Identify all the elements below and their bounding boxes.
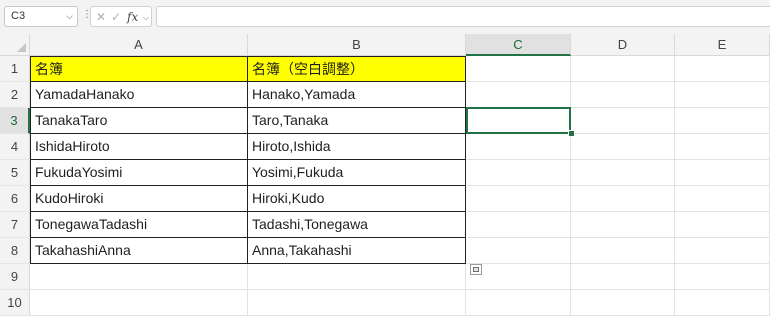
column-header-e[interactable]: E [675, 34, 770, 56]
formula-input[interactable] [156, 6, 770, 27]
chevron-down-icon[interactable]: ⌵ [66, 7, 73, 26]
cell-a2[interactable]: YamadaHanako [30, 82, 248, 108]
column-header-b[interactable]: B [248, 34, 466, 56]
chevron-down-icon[interactable]: ⌵ [143, 9, 149, 27]
cell-a7[interactable]: TonegawaTadashi [30, 212, 248, 238]
cell-a4[interactable]: IshidaHiroto [30, 134, 248, 160]
cell-a3[interactable]: TanakaTaro [30, 108, 248, 134]
cell-c8[interactable] [466, 238, 571, 264]
enter-icon[interactable]: ✓ [111, 8, 121, 26]
cell-d9[interactable] [571, 264, 675, 290]
row-header-6[interactable]: 6 [0, 186, 30, 212]
cell-c2[interactable] [466, 82, 571, 108]
fill-handle[interactable] [568, 130, 575, 137]
cell-e9[interactable] [675, 264, 770, 290]
row-header-2[interactable]: 2 [0, 82, 30, 108]
cell-c5[interactable] [466, 160, 571, 186]
cell-e4[interactable] [675, 134, 770, 160]
cell-a6[interactable]: KudoHiroki [30, 186, 248, 212]
cell-a10[interactable] [30, 290, 248, 316]
cell-d8[interactable] [571, 238, 675, 264]
cell-b6[interactable]: Hiroki,Kudo [248, 186, 466, 212]
row-header-3[interactable]: 3 [0, 108, 30, 134]
cell-e10[interactable] [675, 290, 770, 316]
cell-b3[interactable]: Taro,Tanaka [248, 108, 466, 134]
name-box-value: C3 [11, 10, 26, 22]
cell-c10[interactable] [466, 290, 571, 316]
cell-a5[interactable]: FukudaYosimi [30, 160, 248, 186]
cell-a1[interactable]: 名簿 [30, 56, 248, 82]
cell-c7[interactable] [466, 212, 571, 238]
name-box[interactable]: C3 ⌵ [4, 6, 78, 27]
cell-a9[interactable] [30, 264, 248, 290]
cell-b8[interactable]: Anna,Takahashi [248, 238, 466, 264]
active-cell-selection [466, 107, 571, 134]
cell-b5[interactable]: Yosimi,Fukuda [248, 160, 466, 186]
cell-d5[interactable] [571, 160, 675, 186]
cell-e7[interactable] [675, 212, 770, 238]
insert-function-icon[interactable]: fx [127, 8, 138, 26]
cell-b4[interactable]: Hiroto,Ishida [248, 134, 466, 160]
cell-c1[interactable] [466, 56, 571, 82]
cell-d1[interactable] [571, 56, 675, 82]
column-header-a[interactable]: A [30, 34, 248, 56]
row-header-10[interactable]: 10 [0, 290, 30, 316]
cell-b1[interactable]: 名簿（空白調整） [248, 56, 466, 82]
cell-c4[interactable] [466, 134, 571, 160]
formula-buttons: ✕ ✓ fx ⌵ [90, 6, 152, 27]
cell-c6[interactable] [466, 186, 571, 212]
column-header-d[interactable]: D [571, 34, 675, 56]
column-header-c[interactable]: C [466, 34, 571, 56]
row-header-4[interactable]: 4 [0, 134, 30, 160]
cell-d10[interactable] [571, 290, 675, 316]
row-header-7[interactable]: 7 [0, 212, 30, 238]
cell-a8[interactable]: TakahashiAnna [30, 238, 248, 264]
row-header-1[interactable]: 1 [0, 56, 30, 82]
cell-d6[interactable] [571, 186, 675, 212]
cell-d7[interactable] [571, 212, 675, 238]
paste-options-icon[interactable] [470, 264, 482, 275]
cell-e6[interactable] [675, 186, 770, 212]
spreadsheet-grid: A B C D E 1 2 3 4 5 6 7 8 9 10 名簿 名簿（空白調… [0, 34, 770, 318]
row-header-5[interactable]: 5 [0, 160, 30, 186]
select-all-button[interactable] [0, 34, 30, 56]
cell-e5[interactable] [675, 160, 770, 186]
cell-d4[interactable] [571, 134, 675, 160]
cell-d3[interactable] [571, 108, 675, 134]
cell-b9[interactable] [248, 264, 466, 290]
row-header-8[interactable]: 8 [0, 238, 30, 264]
cell-d2[interactable] [571, 82, 675, 108]
select-all-icon [17, 43, 26, 52]
row-header-9[interactable]: 9 [0, 264, 30, 290]
formula-bar: C3 ⌵ ⋮ ✕ ✓ fx ⌵ [0, 0, 770, 35]
cell-b7[interactable]: Tadashi,Tonegawa [248, 212, 466, 238]
cell-e3[interactable] [675, 108, 770, 134]
cell-b10[interactable] [248, 290, 466, 316]
cancel-icon[interactable]: ✕ [96, 8, 106, 26]
cell-b2[interactable]: Hanako,Yamada [248, 82, 466, 108]
cell-e8[interactable] [675, 238, 770, 264]
cell-e1[interactable] [675, 56, 770, 82]
cell-e2[interactable] [675, 82, 770, 108]
